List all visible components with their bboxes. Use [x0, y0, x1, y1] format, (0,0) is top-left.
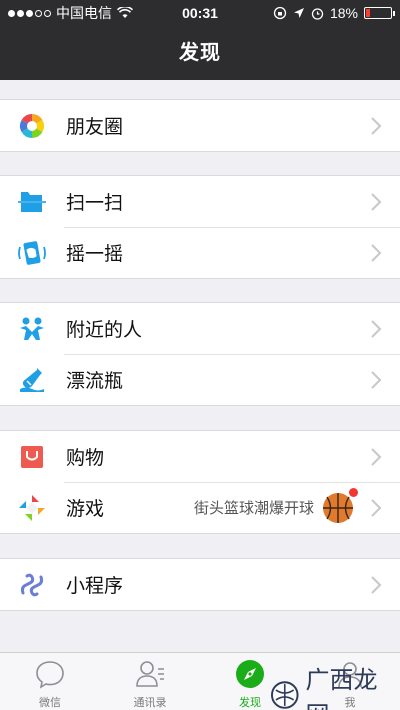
menu-item-label: 小程序	[66, 576, 124, 597]
menu-item-shake[interactable]: 摇一摇	[0, 227, 400, 278]
contacts-icon	[136, 661, 164, 687]
chevron-right-icon	[371, 448, 382, 466]
chevron-right-icon	[371, 117, 382, 135]
menu-item-people-nearby[interactable]: 附近的人	[0, 303, 400, 354]
rotation-lock-icon	[273, 6, 287, 20]
basketball-icon	[323, 492, 353, 523]
menu-item-label: 购物	[66, 448, 105, 469]
menu-item-drift-bottle[interactable]: 漂流瓶	[0, 354, 400, 405]
menu-item-games[interactable]: 游戏 街头篮球潮爆开球	[0, 482, 400, 533]
chevron-right-icon	[371, 576, 382, 594]
shake-icon	[18, 241, 46, 265]
section-moments: 朋友圈	[0, 99, 400, 152]
menu-item-scan[interactable]: 扫一扫	[0, 176, 400, 227]
chevron-right-icon	[371, 371, 382, 389]
tab-label: 微信	[39, 697, 61, 709]
chevron-right-icon	[371, 320, 382, 338]
chevron-right-icon	[371, 244, 382, 262]
location-arrow-icon	[293, 8, 304, 18]
menu-item-label: 摇一摇	[66, 244, 124, 265]
menu-item-label: 漂流瓶	[66, 371, 124, 392]
moments-icon	[19, 114, 45, 138]
battery-icon	[364, 7, 395, 19]
top-bar: 中国电信 00:31 18% 发现	[0, 0, 400, 80]
page-title: 发现	[179, 42, 221, 64]
chevron-right-icon	[371, 499, 382, 517]
section-scan-shake: 扫一扫 摇一摇	[0, 175, 400, 279]
tab-label: 通讯录	[133, 697, 167, 709]
games-icon	[19, 495, 45, 521]
section-shopping-games: 购物 游戏 街头篮球潮爆开球	[0, 430, 400, 534]
people-nearby-icon	[20, 317, 44, 340]
menu-item-shopping[interactable]: 购物	[0, 431, 400, 482]
menu-item-moments[interactable]: 朋友圈	[0, 100, 400, 151]
watermark-text: 广西龙网	[305, 666, 378, 710]
new-badge-dot	[349, 487, 358, 497]
chat-bubble-icon	[36, 661, 64, 689]
menu-item-mini-programs[interactable]: 小程序	[0, 559, 400, 610]
menu-item-label: 游戏	[66, 499, 105, 520]
drift-bottle-icon	[20, 368, 44, 392]
games-promo-text: 街头篮球潮爆开球	[193, 500, 314, 517]
discover-compass-icon	[236, 660, 264, 688]
scan-icon	[18, 192, 46, 212]
mini-programs-icon	[20, 573, 44, 597]
tab-contacts[interactable]: 通讯录	[100, 653, 200, 710]
status-bar: 中国电信 00:31 18%	[0, 0, 400, 26]
menu-item-label: 朋友圈	[66, 117, 124, 138]
games-promo: 街头篮球潮爆开球	[193, 487, 358, 524]
menu-item-label: 附近的人	[66, 320, 143, 341]
alarm-icon	[311, 7, 324, 20]
section-mini-programs: 小程序	[0, 558, 400, 611]
tab-chats[interactable]: 微信	[0, 653, 100, 710]
menu-item-label: 扫一扫	[66, 193, 124, 214]
battery-percent: 18%	[329, 5, 358, 21]
chevron-right-icon	[371, 193, 382, 211]
shopping-icon	[21, 446, 43, 468]
section-nearby-bottle: 附近的人 漂流瓶	[0, 302, 400, 406]
games-promo-thumbnail	[322, 487, 358, 524]
watermark-logo-icon	[270, 681, 299, 709]
watermark: 广西龙网	[270, 660, 400, 710]
